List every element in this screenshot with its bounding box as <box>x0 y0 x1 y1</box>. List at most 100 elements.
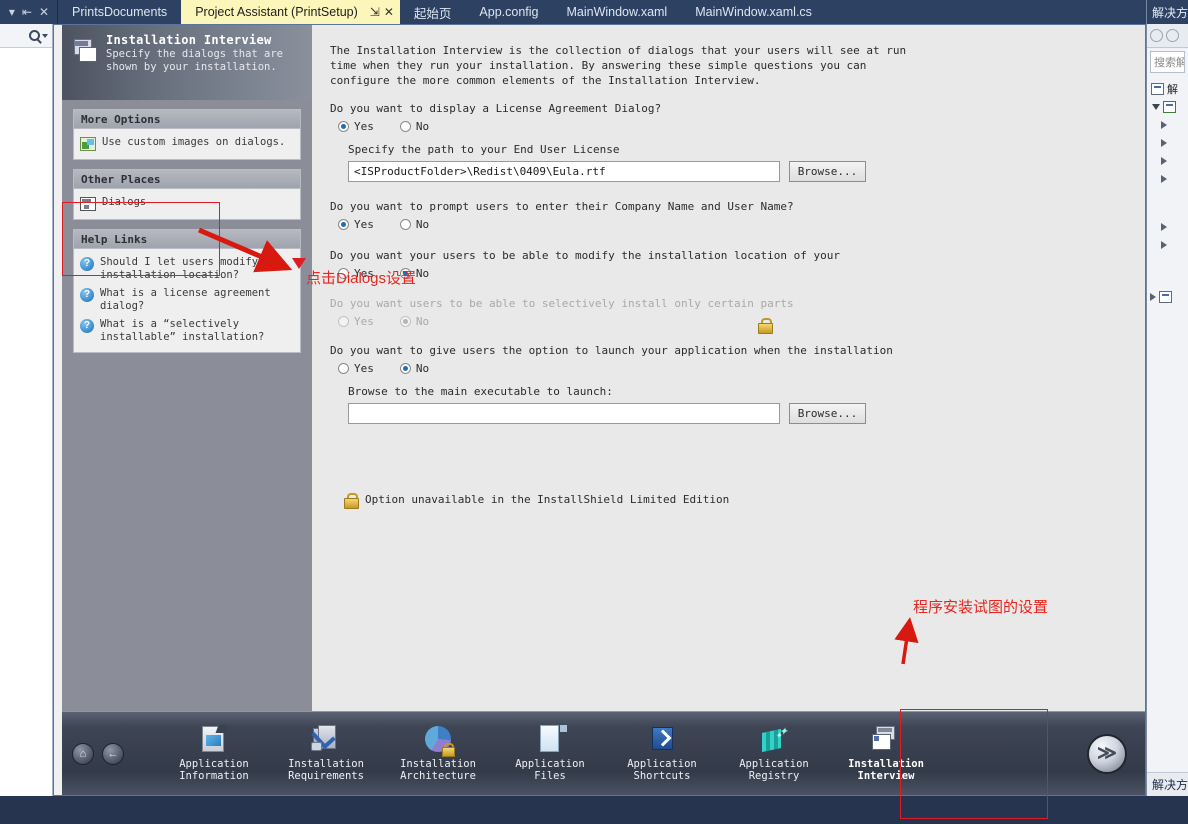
radio-yes[interactable]: Yes <box>338 218 374 231</box>
installation-requirements-icon <box>309 724 343 755</box>
radio-label: Yes <box>354 120 374 133</box>
radio-indicator <box>338 363 349 374</box>
nav-application-files[interactable]: Application Files <box>494 712 606 796</box>
chevron-right-icon[interactable] <box>1161 175 1167 183</box>
chevron-right-icon[interactable] <box>1161 139 1167 147</box>
chevron-down-icon[interactable] <box>1152 104 1160 110</box>
tree-node[interactable] <box>1149 152 1186 170</box>
browse-executable-button[interactable]: Browse... <box>789 403 866 424</box>
solution-explorer-search-input[interactable]: 搜索解 <box>1150 51 1185 73</box>
radio-indicator <box>338 316 349 327</box>
footnote-text: Option unavailable in the InstallShield … <box>365 493 730 506</box>
home-icon[interactable]: ⌂ <box>72 742 94 765</box>
solution-explorer-panel: 解决方 搜索解 解 解决方 <box>1146 0 1188 796</box>
chevron-down-icon[interactable] <box>42 33 48 38</box>
eula-path-input[interactable]: <ISProductFolder>\Redist\0409\Eula.rtf <box>348 161 780 182</box>
nav-label: Application Registry <box>739 758 809 782</box>
help-link-item[interactable]: ? What is a license agreement dialog? <box>80 287 294 313</box>
radio-indicator <box>338 121 349 132</box>
group-body: ? Should I let users modify the installa… <box>74 249 300 352</box>
radio-no[interactable]: No <box>399 267 429 280</box>
tab-label: Project Assistant (PrintSetup) <box>195 5 358 19</box>
tree-node[interactable] <box>1149 134 1186 152</box>
chevron-right-icon[interactable] <box>1161 121 1167 129</box>
group-help-links: Help Links ? Should I let users modify t… <box>73 229 301 353</box>
tree-node[interactable] <box>1149 98 1186 116</box>
application-information-icon <box>197 725 231 755</box>
limited-edition-footnote: Option unavailable in the InstallShield … <box>344 492 1125 509</box>
chevron-right-icon[interactable] <box>1161 157 1167 165</box>
question-text: Do you want users to be able to selectiv… <box>330 297 794 310</box>
tree-node[interactable] <box>1149 288 1186 306</box>
close-icon[interactable]: ✕ <box>39 6 49 18</box>
back-arrow-icon[interactable]: ← <box>102 742 124 765</box>
nav-installation-requirements[interactable]: Installation Requirements <box>270 712 382 796</box>
back-icon[interactable] <box>1150 29 1163 42</box>
nav-label: Application Files <box>515 758 585 782</box>
image-icon <box>80 137 96 151</box>
pin-icon[interactable]: ⇤ <box>22 6 32 18</box>
nav-application-registry[interactable]: ✦ ✦ Application Registry <box>718 712 830 796</box>
executable-path-input[interactable] <box>348 403 780 424</box>
nav-application-shortcuts[interactable]: Application Shortcuts <box>606 712 718 796</box>
nav-application-information[interactable]: Application Information <box>158 712 270 796</box>
tree-node[interactable] <box>1149 218 1186 236</box>
browse-eula-button[interactable]: Browse... <box>789 161 866 182</box>
link-use-custom-images[interactable]: Use custom images on dialogs. <box>80 136 294 151</box>
radio-no[interactable]: No <box>399 120 430 133</box>
radio-yes[interactable]: Yes <box>338 120 374 133</box>
toolbox-search-box[interactable] <box>0 24 52 48</box>
forward-icon[interactable] <box>1166 29 1179 42</box>
application-files-icon <box>533 725 567 755</box>
radio-yes: Yes <box>338 315 374 328</box>
group-body: Use custom images on dialogs. <box>74 129 300 159</box>
group-header: More Options <box>74 110 300 129</box>
tab-start-page[interactable]: 起始页 <box>399 0 466 24</box>
radio-label: No <box>415 120 430 133</box>
tree-root-node[interactable]: 解 <box>1149 80 1186 98</box>
chevron-right-icon[interactable] <box>1161 241 1167 249</box>
tab-mainwindow-xaml-cs[interactable]: MainWindow.xaml.cs <box>681 0 826 24</box>
help-link-label: What is a “selectively installable” inst… <box>100 318 265 343</box>
radio-no[interactable]: No <box>399 362 429 375</box>
tab-mainwindow-xaml[interactable]: MainWindow.xaml <box>552 0 682 24</box>
chevron-right-icon[interactable] <box>1150 293 1156 301</box>
lock-icon <box>344 492 359 509</box>
radio-yes[interactable]: Yes <box>338 362 374 375</box>
radio-indicator <box>338 268 349 279</box>
radio-no[interactable]: No <box>399 218 429 231</box>
nav-installation-architecture[interactable]: Installation Architecture <box>382 712 494 796</box>
dropdown-caret-icon[interactable]: ▾ <box>9 6 15 18</box>
radio-yes[interactable]: Yes <box>338 267 374 280</box>
solution-explorer-tree: 解 <box>1147 76 1188 310</box>
intro-text: The Installation Interview is the collec… <box>330 44 907 87</box>
installation-architecture-icon <box>421 725 455 757</box>
installation-interview-icon <box>869 725 903 755</box>
next-arrow-icon[interactable]: ≫ <box>1087 733 1127 774</box>
tree-node[interactable] <box>1149 170 1186 188</box>
tab-app-config[interactable]: App.config <box>465 0 553 24</box>
tree-node[interactable] <box>1149 236 1186 254</box>
group-header: Other Places <box>74 170 300 189</box>
tab-pin-icon[interactable]: ⇲ <box>370 5 380 19</box>
assistant-steps: Application Information Installation Requi… <box>158 712 942 796</box>
assistant-content: The Installation Interview is the collec… <box>312 25 1145 713</box>
chevron-right-icon[interactable] <box>1161 223 1167 231</box>
tab-close-icon[interactable]: ✕ <box>384 5 394 19</box>
assistant-nav-bar: ⌂ ← Application Information Installation R… <box>62 711 1145 795</box>
nav-label: Application Shortcuts <box>627 758 697 782</box>
group-header: Help Links <box>74 230 300 249</box>
help-link-item[interactable]: ? Should I let users modify the installa… <box>80 256 294 282</box>
link-label: Dialogs <box>102 196 147 208</box>
nav-installation-interview[interactable]: Installation Interview <box>830 712 942 796</box>
link-dialogs[interactable]: Dialogs <box>80 196 294 211</box>
help-link-item[interactable]: ? What is a “selectively installable” in… <box>80 318 294 344</box>
tab-printsdocuments[interactable]: PrintsDocuments <box>58 0 182 24</box>
question-launch-application: Do you want to give users the option to … <box>330 343 1125 424</box>
tree-node[interactable] <box>1149 116 1186 134</box>
solution-explorer-toolbar <box>1147 24 1188 48</box>
group-more-options: More Options Use custom images on dialog… <box>73 109 301 160</box>
project-icon <box>1163 101 1176 113</box>
tab-project-assistant[interactable]: Project Assistant (PrintSetup) ⇲ ✕ <box>181 0 400 24</box>
radio-indicator <box>338 219 349 230</box>
